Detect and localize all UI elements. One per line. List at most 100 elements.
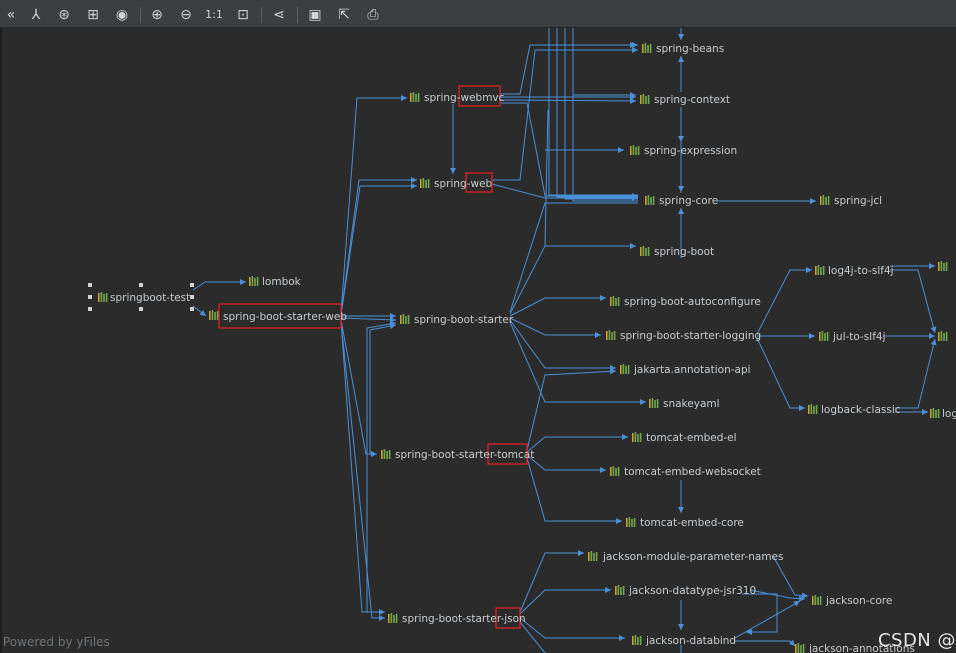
node-spring-boot-starter-logging[interactable]: spring-boot-starter-logging — [606, 330, 761, 342]
library-icon — [381, 449, 391, 459]
library-icon — [388, 613, 398, 623]
node-tomcat-embed-el[interactable]: tomcat-embed-el — [632, 432, 737, 444]
edge — [369, 323, 397, 454]
edge — [564, 28, 638, 200]
node-logback-classic[interactable]: logback-classic — [808, 404, 901, 416]
library-icon — [640, 94, 650, 104]
node-label: tomcat-embed-el — [646, 432, 737, 444]
node-spring-boot-starter-web[interactable]: spring-boot-starter-web — [209, 303, 347, 329]
library-icon — [819, 331, 829, 341]
node-jackson-module-parameter-names[interactable]: jackson-module-parameter-names — [588, 551, 783, 563]
edge — [572, 28, 638, 202]
library-icon — [588, 551, 598, 561]
edge — [509, 295, 606, 317]
selection-handle[interactable] — [88, 283, 92, 287]
library-icon — [812, 595, 822, 605]
edges — [192, 28, 937, 653]
edge — [890, 269, 937, 334]
library-icon — [626, 517, 636, 527]
node-springboot-test[interactable]: springboot-test — [88, 283, 194, 311]
node-spring-core[interactable]: spring-core — [645, 195, 718, 207]
edge — [519, 550, 584, 613]
node-spring-beans[interactable]: spring-beans — [642, 43, 724, 55]
selection-handle[interactable] — [190, 295, 194, 299]
node-log4j-to-slf4j[interactable]: log4j-to-slf4j — [815, 265, 894, 277]
powered-by-label: Powered by yFiles — [3, 635, 110, 649]
node-spring-boot-starter-json[interactable]: spring-boot-starter-json — [388, 607, 526, 629]
node-label: spring-boot — [654, 246, 714, 258]
node-jakarta-annotation-api[interactable]: jakarta.annotation-api — [620, 364, 751, 376]
selection-handle[interactable] — [88, 295, 92, 299]
node-tomcat-embed-websocket[interactable]: tomcat-embed-websocket — [610, 466, 761, 478]
node-spring-expression[interactable]: spring-expression — [630, 145, 737, 157]
node-offscreen-2[interactable] — [938, 331, 948, 341]
edge — [519, 587, 611, 615]
node-label: spring-web — [434, 178, 493, 190]
node-spring-boot-starter[interactable]: spring-boot-starter — [400, 314, 514, 326]
library-icon — [938, 331, 948, 341]
node-label: lombok — [262, 276, 302, 288]
dependency-graph: springboot-test lombok spring-boot-start… — [88, 28, 956, 653]
node-spring-web[interactable]: spring-web — [420, 172, 493, 193]
edge — [340, 319, 377, 457]
node-spring-boot-autoconfigure[interactable]: spring-boot-autoconfigure — [610, 296, 761, 308]
node-jackson-datatype-jsr310[interactable]: jackson-datatype-jsr310 — [615, 585, 756, 597]
node-tomcat-embed-core[interactable]: tomcat-embed-core — [626, 517, 744, 529]
node-snakeyaml[interactable]: snakeyaml — [649, 398, 720, 410]
watermark: CSDN @ — [877, 630, 956, 651]
edge — [895, 338, 937, 409]
edge — [340, 320, 385, 615]
node-label: snakeyaml — [663, 398, 720, 410]
node-label: spring-boot-autoconfigure — [624, 296, 761, 308]
node-spring-jcl[interactable]: spring-jcl — [820, 195, 882, 207]
node-label: springboot-test — [110, 292, 190, 304]
node-label: log — [942, 408, 956, 420]
node-jul-to-slf4j[interactable]: jul-to-slf4j — [819, 331, 886, 343]
library-icon — [630, 145, 640, 155]
selection-handle[interactable] — [190, 283, 194, 287]
library-icon — [615, 585, 625, 595]
node-offscreen-3[interactable]: log — [930, 408, 956, 420]
edge — [519, 621, 546, 653]
edge — [526, 434, 628, 453]
selection-handle[interactable] — [88, 307, 92, 311]
node-label: spring-boot-starter-web — [223, 311, 347, 323]
node-spring-context[interactable]: spring-context — [640, 94, 730, 106]
edge — [548, 28, 638, 196]
library-icon — [606, 330, 616, 340]
library-icon — [249, 276, 259, 286]
library-icon — [410, 92, 420, 102]
library-icon — [649, 398, 659, 408]
edge — [742, 593, 778, 635]
selection-handle[interactable] — [139, 307, 143, 311]
node-spring-webmvc[interactable]: spring-webmvc — [410, 85, 505, 107]
node-lombok[interactable]: lombok — [249, 276, 302, 288]
library-icon — [795, 643, 805, 653]
node-label: jackson-module-parameter-names — [602, 551, 783, 563]
node-jackson-databind[interactable]: jackson-databind — [632, 635, 736, 647]
edge — [756, 267, 812, 335]
node-label: tomcat-embed-core — [640, 517, 744, 529]
selection-handle[interactable] — [190, 307, 194, 311]
node-jackson-core[interactable]: jackson-core — [812, 595, 892, 607]
node-label: logback-classic — [821, 404, 901, 416]
node-label: spring-core — [659, 195, 718, 207]
library-icon — [820, 195, 830, 205]
edge — [340, 321, 385, 621]
edge — [500, 42, 638, 95]
library-icon — [400, 314, 410, 324]
node-label: jackson-core — [825, 595, 892, 607]
library-icon — [610, 296, 620, 306]
edge — [509, 202, 638, 313]
library-icon — [632, 635, 642, 645]
edge — [509, 317, 601, 338]
library-icon — [930, 408, 940, 418]
node-label: spring-webmvc — [424, 92, 505, 104]
edge — [340, 183, 417, 316]
node-offscreen-1[interactable] — [938, 261, 948, 271]
node-spring-boot[interactable]: spring-boot — [640, 246, 714, 258]
selection-handle[interactable] — [139, 283, 143, 287]
library-icon — [640, 246, 650, 256]
library-icon — [209, 310, 219, 320]
node-spring-boot-starter-tomcat[interactable]: spring-boot-starter-tomcat — [381, 443, 534, 465]
